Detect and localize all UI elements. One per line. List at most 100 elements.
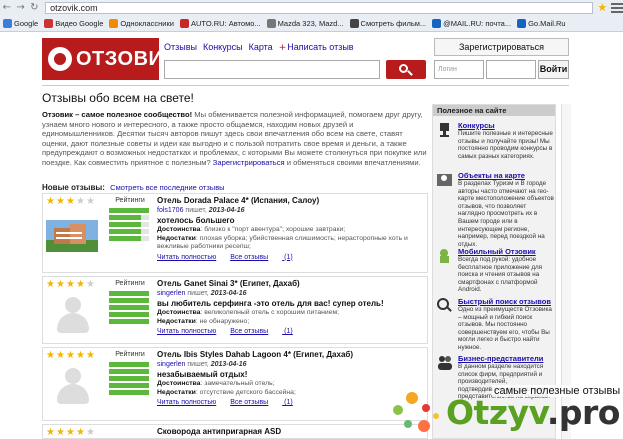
rating-bar [109, 298, 149, 303]
register-button[interactable]: Зарегистрироваться [434, 38, 569, 56]
all-reviews-link[interactable]: Все отзывы (1) [230, 254, 306, 261]
star-icon: ★ [56, 196, 65, 207]
reload-icon[interactable]: ↻ [27, 2, 41, 13]
sidebar-item-title[interactable]: Быстрый поиск отзывов [458, 297, 554, 306]
bookmark-label: AUTO.RU: Автомо... [190, 19, 261, 28]
intro-text: Отзовик – самое полезное сообщество! Мы … [42, 110, 427, 168]
review-written: пишет, [185, 207, 207, 214]
address-bar-row: ← → ↻ otzovik.com ★ [0, 0, 623, 15]
review-title[interactable]: Отель Ibis Styles Dahab Lagoon 4* (Египе… [157, 350, 425, 360]
rating-bar [109, 390, 149, 395]
ratings-label: Рейтинги [115, 197, 145, 204]
sidebar-item-title[interactable]: Бизнес-представители [458, 354, 554, 363]
intro-register-link[interactable]: Зарегистрироваться [213, 158, 285, 167]
review-pros: Достоинства: близко к "порт авентура"; х… [157, 226, 425, 235]
review-author[interactable]: fols1706 [157, 207, 183, 214]
mazda-icon [266, 19, 276, 28]
sidebar-item: Мобильный Отзовик Всегда под рукой: удобн… [436, 247, 554, 294]
bookmark-label: Go.Mail.Ru [528, 19, 566, 28]
rating-bar [109, 362, 149, 367]
sidebar-item-title[interactable]: Объекты на карте [458, 171, 554, 180]
pros-text: : близко к "порт авентура"; хорошие завт… [200, 226, 346, 233]
cons-text: : отсутствие детского бассейна; [195, 388, 296, 396]
review-title[interactable]: Отель Ganet Sinai 3* (Египет, Дахаб) [157, 279, 425, 289]
star-icon: ★ [46, 350, 55, 361]
mobile-icon [440, 249, 449, 263]
all-latest-reviews-link[interactable]: Смотреть все последние отзывы [110, 183, 224, 192]
add-review-link[interactable]: +Написать отзыв [279, 42, 354, 53]
login-button[interactable]: Войти [538, 60, 569, 79]
nav-reviews[interactable]: Отзывы [164, 42, 197, 53]
bookmark-item[interactable]: Mazda 323, Mazd... [266, 17, 347, 30]
review-author[interactable]: singerlen [157, 361, 185, 368]
sidebar-item-title[interactable]: Мобильный Отзовик [458, 247, 554, 256]
header-divider [42, 85, 569, 86]
rating-bars [109, 362, 149, 397]
star-icon: ★ [46, 427, 55, 438]
review-meta: singerlen пишет, 2013-04-16 [157, 289, 425, 298]
bubbles-logo-icon [393, 392, 439, 432]
review-body: Отель Dorada Palace 4* (Испания, Салоу) f… [157, 196, 425, 263]
nav-map[interactable]: Карта [249, 42, 273, 53]
star-rating: ★ ★ ★ ★ ★ [46, 428, 96, 438]
review-headline: хотелось большего [157, 216, 235, 225]
pros-label: Достоинства [157, 380, 201, 387]
bookmark-item[interactable]: Google [2, 17, 41, 30]
review-meta: singerlen пишет, 2013-04-16 [157, 360, 425, 369]
login-field[interactable]: Логин [434, 60, 484, 79]
review-author[interactable]: singerlen [157, 290, 185, 297]
back-icon[interactable]: ← [0, 2, 14, 13]
all-reviews-link[interactable]: Все отзывы (1) [230, 399, 306, 406]
bookmark-item[interactable]: @MAIL.RU: почта... [431, 17, 514, 30]
star-icon: ★ [46, 279, 55, 290]
plus-icon: + [278, 43, 287, 53]
trophy-icon [440, 123, 449, 137]
read-more-link[interactable]: Читать полностью [157, 328, 216, 335]
rating-bar [109, 236, 149, 241]
pros-label: Достоинства [157, 309, 201, 316]
star-icon: ★ [76, 279, 85, 290]
bookmark-label: Видео Google [55, 19, 104, 28]
watermark: самые полезные отзывы Otzyv.pro [384, 380, 623, 439]
read-more-link[interactable]: Читать полностью [157, 399, 216, 406]
sidebar-item-text: В разделах Туризм и В городе авторы част… [458, 180, 554, 248]
password-field[interactable] [486, 60, 536, 79]
watermark-tld: .pro [546, 393, 621, 432]
search-button[interactable] [386, 60, 426, 79]
sidebar-item-text: Одно из преимуществ Отзовика – мощный и … [458, 306, 552, 351]
bookmark-item[interactable]: Go.Mail.Ru [516, 17, 569, 30]
mail-icon [432, 19, 442, 28]
bookmark-star-icon[interactable]: ★ [597, 1, 607, 14]
all-reviews-link[interactable]: Все отзывы (1) [230, 328, 306, 335]
star-icon: ★ [66, 196, 75, 207]
review-written: пишет, [187, 290, 209, 297]
sidebar-item-title[interactable]: Конкурсы [458, 121, 554, 130]
bookmark-item[interactable]: Видео Google [43, 17, 106, 30]
page-title: Отзывы обо всем на свете! [42, 91, 194, 105]
rating-bar [109, 291, 149, 296]
review-title[interactable]: Отель Dorada Palace 4* (Испания, Салоу) [157, 196, 425, 206]
forward-icon[interactable]: → [14, 2, 28, 13]
review-meta: fols1706 пишет, 2013-04-16 [157, 206, 425, 215]
logo-text: ОТЗОВИК [76, 48, 177, 70]
read-more-link[interactable]: Читать полностью [157, 254, 216, 261]
bookmark-item[interactable]: Смотреть фильм... [349, 17, 430, 30]
star-icon: ★ [76, 350, 85, 361]
star-icon: ★ [56, 427, 65, 438]
bookmark-item[interactable]: AUTO.RU: Автомо... [179, 17, 264, 30]
review-links: Читать полностью Все отзывы (1) [157, 253, 425, 263]
bookmark-item[interactable]: Одноклассники [108, 17, 177, 30]
nav-contests[interactable]: Конкурсы [203, 42, 243, 53]
intro-tail: и обменяться своими впечатлениями. [284, 157, 421, 167]
site-logo[interactable]: ОТЗОВИК [42, 38, 176, 80]
review-card: ★ ★ ★ ★ ★ Рейтинги Отель Ganet Sinai 3* (Египе… [42, 276, 428, 344]
browser-menu-icon[interactable] [611, 2, 623, 13]
url-input[interactable]: otzovik.com [45, 1, 594, 14]
rating-bar [109, 376, 149, 381]
sidebar-item-text: Пишите полезные и интересные отзывы и по… [458, 130, 553, 160]
star-rating: ★ ★ ★ ★ ★ [46, 197, 96, 207]
new-reviews-heading: Новые отзывы: Смотреть все последние отз… [42, 183, 225, 192]
rating-bar [109, 229, 149, 234]
review-card: ★ ★ ★ ★ ★ Рейтинги Отель Dorada Palace 4* (Исп… [42, 193, 428, 273]
search-input[interactable] [164, 60, 380, 79]
